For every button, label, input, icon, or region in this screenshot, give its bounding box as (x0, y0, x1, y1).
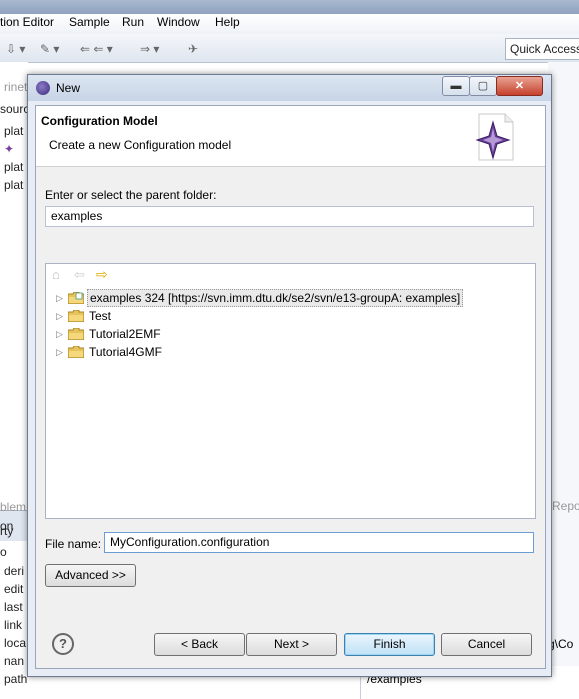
parent-folder-label: Enter or select the parent folder: (45, 188, 217, 202)
expand-arrow-icon[interactable]: ▷ (56, 307, 63, 325)
menu-editor[interactable]: tion Editor (0, 15, 54, 29)
folder-icon (68, 292, 84, 304)
bg-text: deri (4, 564, 25, 578)
eclipse-icon (36, 81, 50, 95)
bg-text: nan (4, 654, 25, 668)
bg-text: loca (4, 636, 27, 650)
eclipse-menu-bar: tion Editor Sample Run Window Help (0, 14, 579, 34)
bg-text: blem (0, 500, 27, 514)
parent-folder-input[interactable]: examples (45, 206, 534, 227)
background-right-panel: Repo g\Co (548, 62, 579, 699)
bg-text: plat (4, 178, 24, 192)
wizard-small-icon: ✦ (4, 142, 15, 156)
advanced-button[interactable]: Advanced >> (45, 564, 136, 587)
finish-button[interactable]: Finish (344, 633, 435, 656)
maximize-button[interactable]: ▢ (469, 76, 497, 96)
wizard-star-icon (475, 113, 514, 161)
pin-icon[interactable]: ✈ (188, 42, 198, 56)
bg-text: sourc (0, 102, 30, 116)
next-button[interactable]: Next > (246, 633, 337, 656)
file-name-label: File name: (45, 537, 102, 551)
new-wizard-dialog: New ▬ ▢ ✕ Configuration Model Create a n… (27, 74, 552, 677)
folder-icon (68, 328, 84, 340)
minimize-button[interactable]: ▬ (442, 76, 470, 96)
bg-text: path (4, 672, 28, 686)
eclipse-toolbar: ⇩ ▾ ✎ ▾ ⇐ ⇐ ▾ ⇒ ▾ ✈ (0, 34, 579, 63)
home-icon[interactable]: ⌂ (52, 267, 60, 282)
bg-text: Repo (552, 499, 579, 513)
folder-icon (68, 346, 84, 358)
back-arrow-icon[interactable]: ⇐ ⇐ ▾ (80, 42, 113, 56)
forward-arrow-icon[interactable]: ⇒ ▾ (140, 42, 159, 56)
expand-arrow-icon[interactable]: ▷ (56, 325, 63, 343)
wizard-header: Configuration Model Create a new Configu… (36, 106, 545, 167)
tree-item[interactable]: ▷ examples 324 [https://svn.imm.dtu.dk/s… (56, 289, 526, 307)
toolbar-icon[interactable]: ✎ ▾ (40, 42, 59, 56)
close-button[interactable]: ✕ (496, 76, 543, 96)
bg-text: edit (4, 582, 24, 596)
menu-run[interactable]: Run (122, 15, 144, 29)
dialog-title: New (56, 81, 81, 95)
dialog-content: Configuration Model Create a new Configu… (35, 105, 546, 669)
forward-arrow-icon[interactable]: ⇨ (96, 266, 108, 283)
tree-item[interactable]: ▷ Tutorial2EMF (56, 325, 256, 343)
help-icon[interactable]: ? (52, 633, 74, 655)
menu-window[interactable]: Window (157, 15, 200, 29)
menu-sample[interactable]: Sample (69, 15, 110, 29)
bg-text: last (4, 600, 23, 614)
bg-text: plat (4, 160, 24, 174)
folder-tree[interactable]: ⌂ ⇦ ⇨ ▷ examples 324 [https://svn.imm.dt… (45, 263, 536, 519)
folder-icon (68, 310, 84, 322)
bg-text: plat (4, 124, 24, 138)
tree-item[interactable]: ▷ Tutorial4GMF (56, 343, 256, 361)
expand-arrow-icon[interactable]: ▷ (56, 289, 63, 307)
menu-help[interactable]: Help (215, 15, 240, 29)
wizard-page-description: Create a new Configuration model (49, 138, 232, 152)
expand-arrow-icon[interactable]: ▷ (56, 343, 63, 361)
tree-item-label: examples 324 [https://svn.imm.dtu.dk/se2… (87, 289, 464, 307)
bg-text: o (0, 545, 7, 559)
file-name-input[interactable]: MyConfiguration.configuration (104, 532, 534, 553)
tree-item-label: Tutorial2EMF (89, 327, 161, 341)
tree-item-label: Tutorial4GMF (89, 345, 162, 359)
cancel-button[interactable]: Cancel (441, 633, 532, 656)
tree-item-label: Test (89, 309, 112, 323)
back-arrow-icon[interactable]: ⇦ (74, 267, 85, 283)
tree-item[interactable]: ▷ Test (56, 307, 256, 325)
dialog-title-bar[interactable]: New ▬ ▢ ✕ (28, 75, 551, 101)
bg-text: link (4, 618, 23, 632)
wizard-page-title: Configuration Model (41, 114, 158, 128)
toolbar-icon[interactable]: ⇩ ▾ (6, 42, 25, 56)
bg-text: rty (0, 524, 14, 538)
quick-access-input[interactable]: Quick Access (505, 38, 579, 60)
back-button[interactable]: < Back (154, 633, 245, 656)
background-left-panel: rinet. sourc plat ✦ plat plat on blem rt… (0, 62, 31, 699)
eclipse-title-bar (0, 0, 579, 14)
tree-toolbar: ⌂ ⇦ ⇨ (46, 264, 535, 287)
